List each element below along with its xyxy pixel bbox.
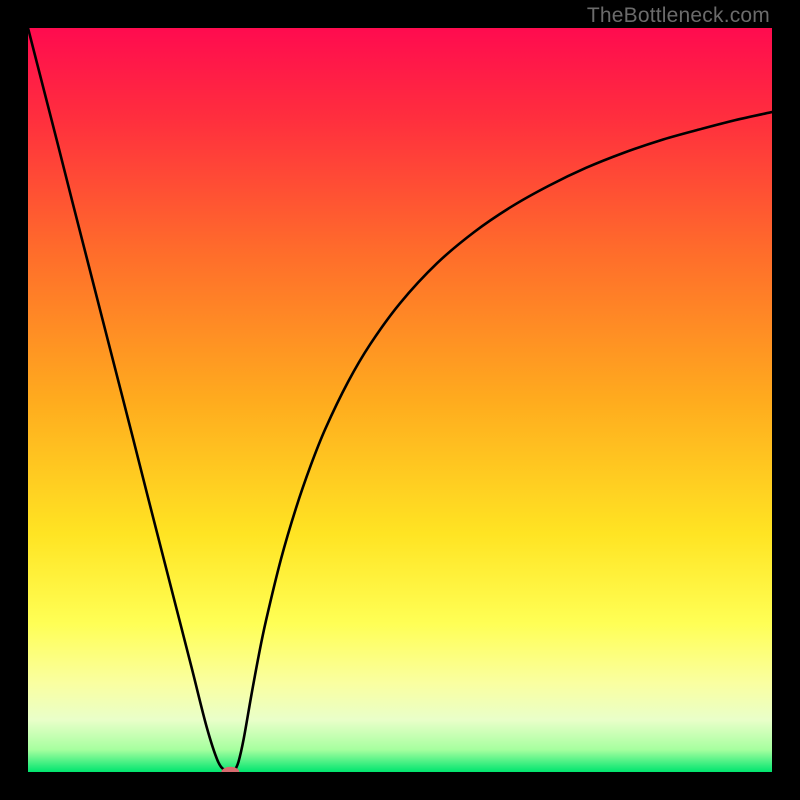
chart-frame xyxy=(28,28,772,772)
bottleneck-curve-chart xyxy=(28,28,772,772)
watermark: TheBottleneck.com xyxy=(587,4,770,28)
